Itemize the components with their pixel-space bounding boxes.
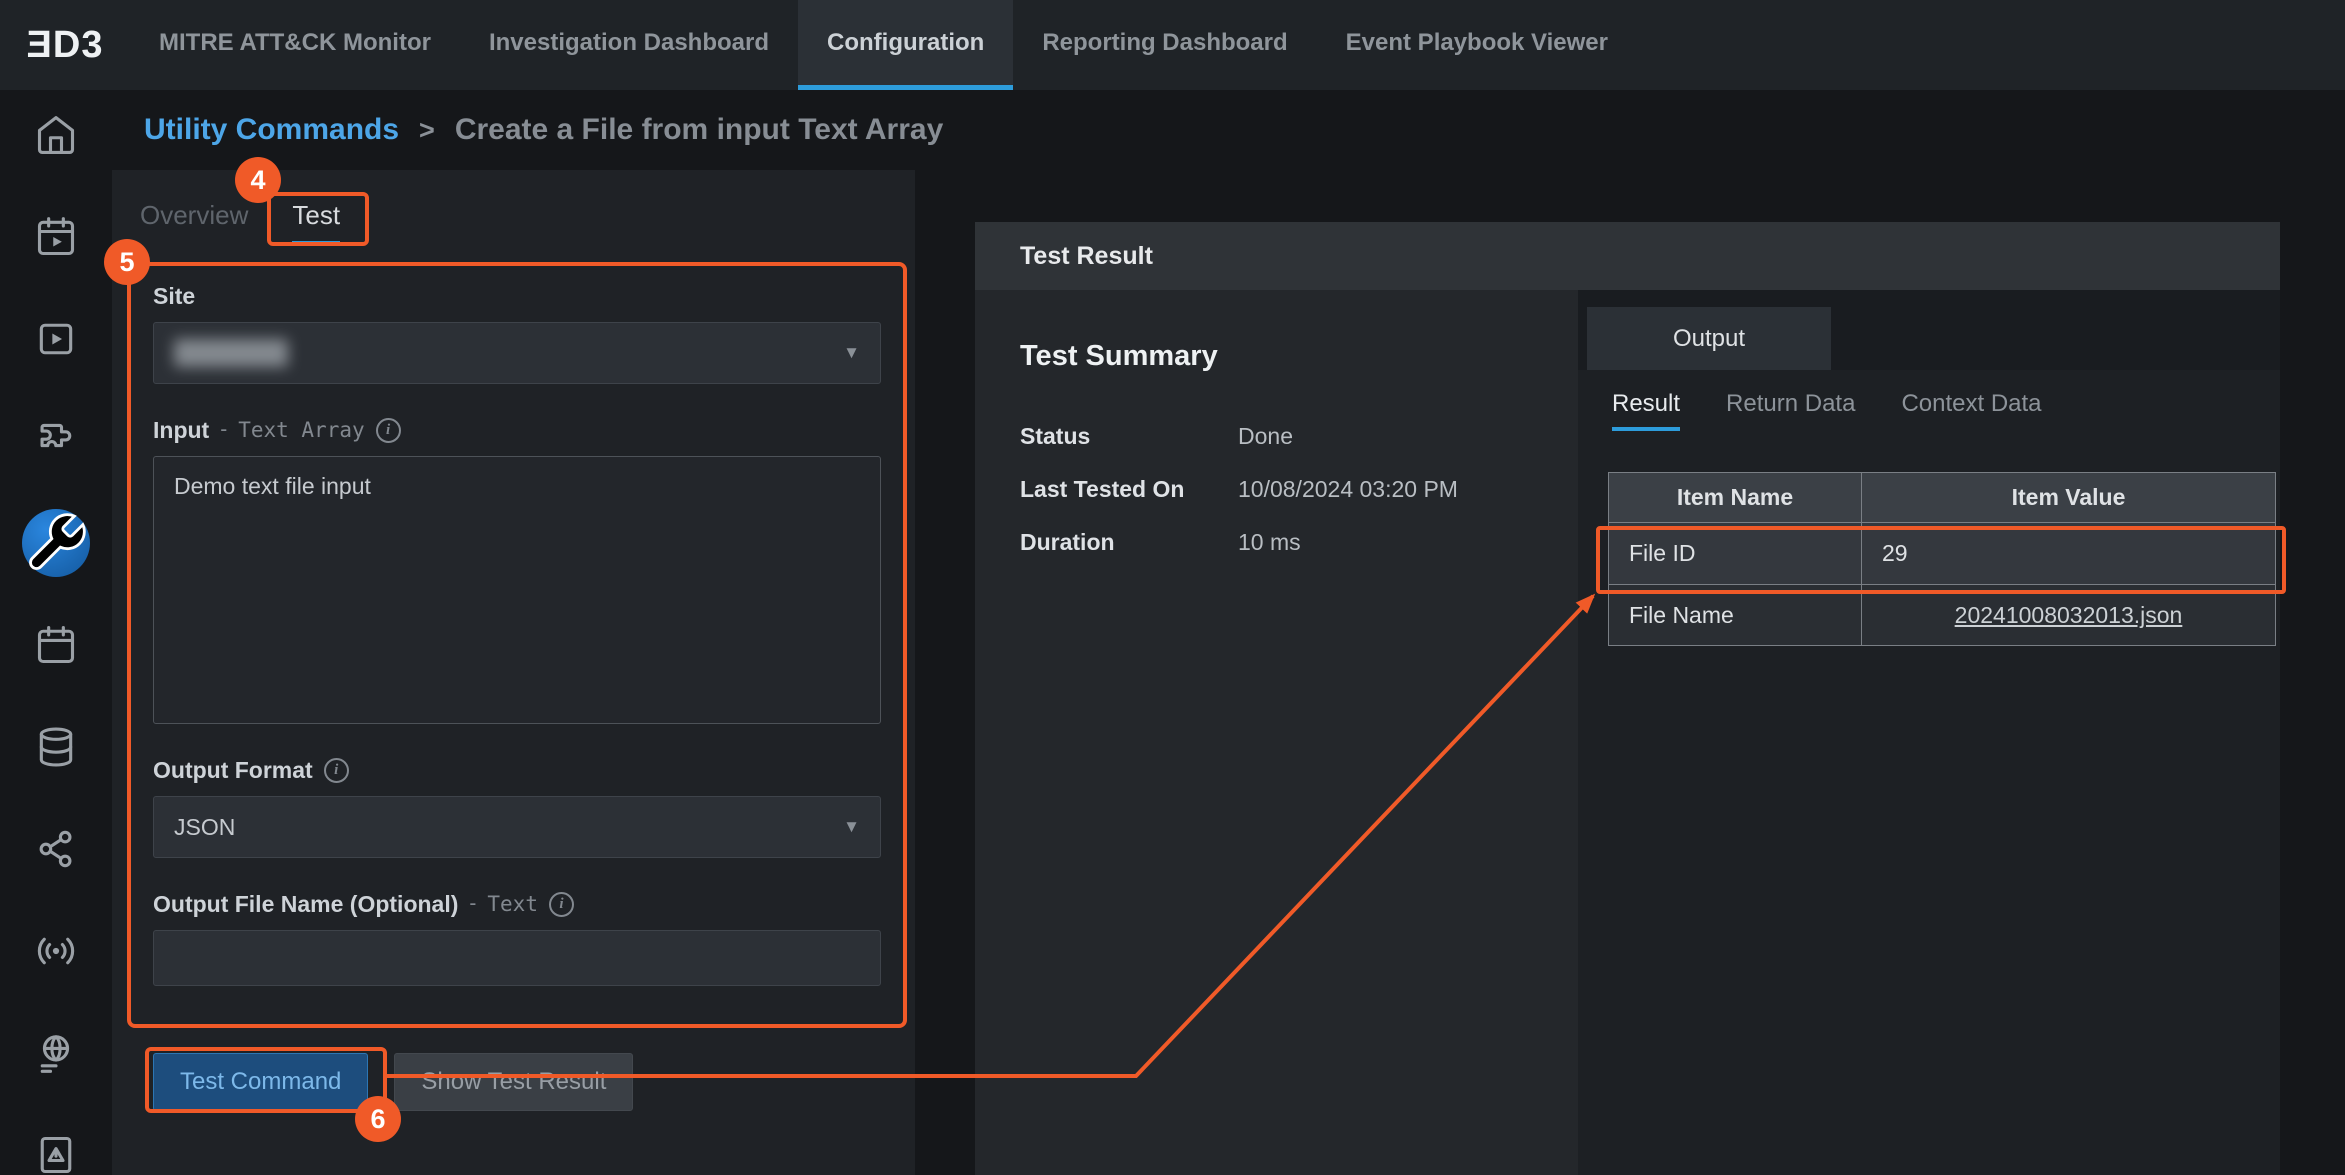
info-icon[interactable]: i xyxy=(376,418,401,443)
duration-label: Duration xyxy=(1020,529,1238,556)
site-dropdown[interactable]: ▼ xyxy=(153,322,881,384)
nav-mitre-attck-monitor[interactable]: MITRE ATT&CK Monitor xyxy=(130,0,460,90)
summary-row-duration: Duration 10 ms xyxy=(1020,529,1540,556)
hint-dash: - xyxy=(469,892,476,916)
table-cell-file-id-name: File ID xyxy=(1609,523,1862,585)
show-test-result-button[interactable]: Show Test Result xyxy=(394,1053,633,1111)
input-label-text: Input xyxy=(153,417,209,444)
chevron-down-icon: ▼ xyxy=(843,343,860,363)
utility-commands-icon[interactable] xyxy=(22,509,90,577)
column-header-item-name: Item Name xyxy=(1609,473,1862,523)
breadcrumb: Utility Commands > Create a File from in… xyxy=(112,90,943,170)
broadcast-icon[interactable] xyxy=(33,928,79,974)
sidebar xyxy=(0,90,112,1175)
output-section: Output Result Return Data Context Data I… xyxy=(1578,290,2280,1175)
nav-investigation-dashboard[interactable]: Investigation Dashboard xyxy=(460,0,798,90)
last-tested-label: Last Tested On xyxy=(1020,476,1238,503)
geo-globe-icon[interactable] xyxy=(33,1030,79,1076)
nav-event-playbook-viewer[interactable]: Event Playbook Viewer xyxy=(1317,0,1637,90)
tab-overview[interactable]: Overview xyxy=(140,200,248,245)
command-test-panel: Overview Test Site ▼ Input - Text Array … xyxy=(112,170,915,1175)
output-file-type-hint: Text xyxy=(487,892,538,916)
test-result-panel: Test Result Test Summary Status Done Las… xyxy=(975,222,2280,1175)
test-result-header: Test Result xyxy=(975,222,2280,290)
subtab-result[interactable]: Result xyxy=(1612,390,1680,431)
test-form: Site ▼ Input - Text Array i Demo text fi… xyxy=(127,262,907,1028)
last-tested-value: 10/08/2024 03:20 PM xyxy=(1238,476,1458,503)
column-header-item-value: Item Value xyxy=(1862,473,2275,523)
test-command-button[interactable]: Test Command xyxy=(153,1053,368,1111)
page-title: Create a File from input Text Array xyxy=(455,113,943,147)
info-icon[interactable]: i xyxy=(324,758,349,783)
output-file-name-input[interactable] xyxy=(153,930,881,986)
subtab-return-data[interactable]: Return Data xyxy=(1726,390,1855,431)
d3-logo: ƎD3 xyxy=(0,0,130,90)
command-tabs: Overview Test xyxy=(112,170,915,245)
output-format-dropdown[interactable]: JSON ▼ xyxy=(153,796,881,858)
database-icon[interactable] xyxy=(33,724,79,770)
event-monitor-icon[interactable] xyxy=(33,214,79,260)
hint-dash: - xyxy=(220,418,227,442)
nav-configuration[interactable]: Configuration xyxy=(798,0,1013,90)
output-format-value: JSON xyxy=(174,814,235,841)
output-format-label: Output Format i xyxy=(153,756,881,784)
file-download-link[interactable]: 20241008032013.json xyxy=(1955,602,2183,629)
test-summary-title: Test Summary xyxy=(1020,340,1540,373)
status-value: Done xyxy=(1238,423,1293,450)
summary-row-last-tested: Last Tested On 10/08/2024 03:20 PM xyxy=(1020,476,1540,503)
output-file-name-label: Output File Name (Optional) - Text i xyxy=(153,890,881,918)
home-icon[interactable] xyxy=(33,112,79,158)
subtab-context-data[interactable]: Context Data xyxy=(1901,390,2041,431)
input-textarea[interactable]: Demo text file input xyxy=(153,456,881,724)
test-actions: Test Command Show Test Result xyxy=(153,1053,633,1111)
schedule-icon[interactable] xyxy=(33,622,79,668)
site-value-redacted xyxy=(174,339,288,367)
info-icon[interactable]: i xyxy=(549,892,574,917)
breadcrumb-parent[interactable]: Utility Commands xyxy=(144,113,399,147)
report-audit-icon[interactable] xyxy=(33,1132,79,1175)
output-subtabs: Result Return Data Context Data xyxy=(1612,390,2042,431)
input-label: Input - Text Array i xyxy=(153,416,881,444)
result-table: Item Name Item Value File ID 29 File Nam… xyxy=(1608,472,2276,646)
integrations-icon[interactable] xyxy=(33,418,79,464)
test-summary: Test Summary Status Done Last Tested On … xyxy=(1020,340,1540,582)
site-label-text: Site xyxy=(153,283,195,310)
input-type-hint: Text Array xyxy=(238,418,364,442)
breadcrumb-separator-icon: > xyxy=(419,115,435,146)
site-label: Site xyxy=(153,282,881,310)
top-nav: ƎD3 MITRE ATT&CK Monitor Investigation D… xyxy=(0,0,2345,90)
chevron-down-icon: ▼ xyxy=(843,817,860,837)
summary-row-status: Status Done xyxy=(1020,423,1540,450)
tab-test[interactable]: Test xyxy=(292,200,340,245)
table-cell-file-id-value: 29 xyxy=(1862,523,2275,585)
duration-value: 10 ms xyxy=(1238,529,1301,556)
table-cell-file-name-name: File Name xyxy=(1609,585,1862,645)
playbook-icon[interactable] xyxy=(33,316,79,362)
tab-output[interactable]: Output xyxy=(1587,307,1831,370)
nav-reporting-dashboard[interactable]: Reporting Dashboard xyxy=(1013,0,1316,90)
output-format-label-text: Output Format xyxy=(153,757,313,784)
status-label: Status xyxy=(1020,423,1238,450)
table-cell-file-name-value: 20241008032013.json xyxy=(1862,585,2275,645)
output-file-name-label-text: Output File Name (Optional) xyxy=(153,891,458,918)
share-connections-icon[interactable] xyxy=(33,826,79,872)
